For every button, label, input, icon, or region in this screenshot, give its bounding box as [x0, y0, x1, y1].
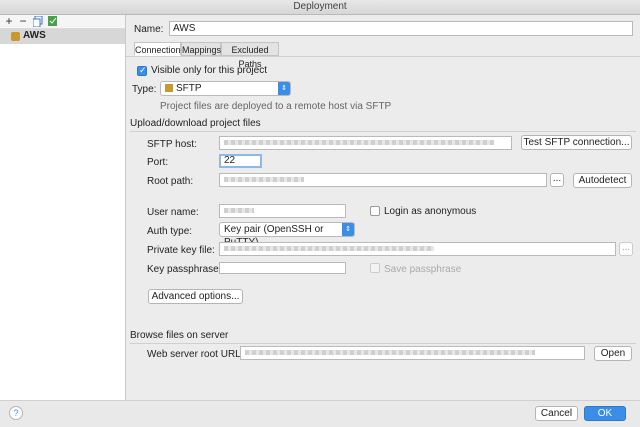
type-label: Type: — [132, 84, 157, 95]
test-sftp-connection-button[interactable]: Test SFTP connection... — [521, 135, 632, 150]
auth-type-select[interactable]: Key pair (OpenSSH or PuTTY) ⇕ — [219, 222, 355, 248]
chevron-updown-icon: ⇕ — [278, 82, 290, 95]
visible-only-checkbox[interactable] — [137, 65, 147, 76]
user-name-label: User name: — [147, 207, 199, 218]
save-passphrase-checkbox[interactable] — [370, 263, 380, 273]
sftp-server-icon — [11, 32, 20, 41]
default-server-icon[interactable] — [46, 15, 60, 28]
window-title: Deployment — [0, 0, 640, 15]
server-item-label: AWS — [23, 30, 46, 41]
remove-server-button[interactable]: − — [16, 15, 30, 28]
private-key-label: Private key file: — [147, 245, 215, 256]
open-button[interactable]: Open — [594, 346, 632, 361]
cancel-button[interactable]: Cancel — [535, 406, 578, 421]
tab-connection[interactable]: Connection — [134, 42, 181, 56]
upload-section-divider — [130, 131, 636, 132]
root-path-field[interactable] — [219, 173, 547, 187]
ok-button[interactable]: OK — [584, 406, 626, 421]
user-name-field[interactable] — [219, 204, 346, 218]
type-value: SFTP — [176, 83, 202, 94]
name-field[interactable]: AWS — [169, 21, 633, 36]
server-list-panel: + − AWS — [0, 15, 126, 400]
key-passphrase-label: Key passphrase: — [147, 264, 222, 275]
anonymous-label: Login as anonymous — [384, 206, 477, 217]
root-path-label: Root path: — [147, 176, 194, 187]
web-root-label: Web server root URL: — [147, 349, 244, 360]
server-item-aws[interactable]: AWS — [0, 29, 125, 44]
tab-excluded-paths[interactable]: Excluded Paths — [221, 42, 279, 69]
root-path-browse-button[interactable]: ... — [550, 173, 564, 187]
tab-mappings[interactable]: Mappings — [181, 42, 221, 56]
web-root-url-field[interactable] — [240, 346, 585, 360]
private-key-browse-button[interactable]: ... — [619, 242, 633, 256]
help-icon[interactable]: ? — [9, 406, 23, 420]
sftp-host-label: SFTP host: — [147, 139, 197, 150]
type-hint: Project files are deployed to a remote h… — [160, 101, 392, 112]
copy-server-icon[interactable] — [31, 15, 45, 28]
save-passphrase-label: Save passphrase — [384, 264, 462, 275]
browse-section-title: Browse files on server — [130, 330, 229, 341]
port-label: Port: — [147, 157, 169, 168]
anonymous-checkbox[interactable] — [370, 206, 380, 216]
key-passphrase-field[interactable] — [219, 262, 346, 274]
chevron-updown-icon: ⇕ — [342, 223, 354, 236]
sftp-host-field[interactable] — [219, 136, 512, 150]
autodetect-button[interactable]: Autodetect — [573, 173, 632, 188]
server-list-toolbar: + − — [0, 15, 125, 29]
server-config-panel: Name: AWS Connection Mappings Excluded P… — [126, 15, 640, 400]
type-select[interactable]: SFTP ⇕ — [160, 81, 291, 96]
private-key-field[interactable] — [219, 242, 616, 256]
upload-section-title: Upload/download project files — [130, 118, 261, 129]
sftp-icon — [165, 84, 173, 92]
name-label: Name: — [134, 24, 164, 35]
add-server-button[interactable]: + — [2, 15, 16, 28]
visible-only-label: Visible only for this project — [151, 65, 267, 76]
tab-divider — [126, 56, 640, 57]
port-field[interactable]: 22 — [219, 154, 262, 168]
advanced-options-button[interactable]: Advanced options... — [148, 289, 243, 304]
dialog-footer: ? Cancel OK — [0, 400, 640, 427]
browse-section-divider — [130, 343, 636, 344]
auth-type-label: Auth type: — [147, 226, 193, 237]
